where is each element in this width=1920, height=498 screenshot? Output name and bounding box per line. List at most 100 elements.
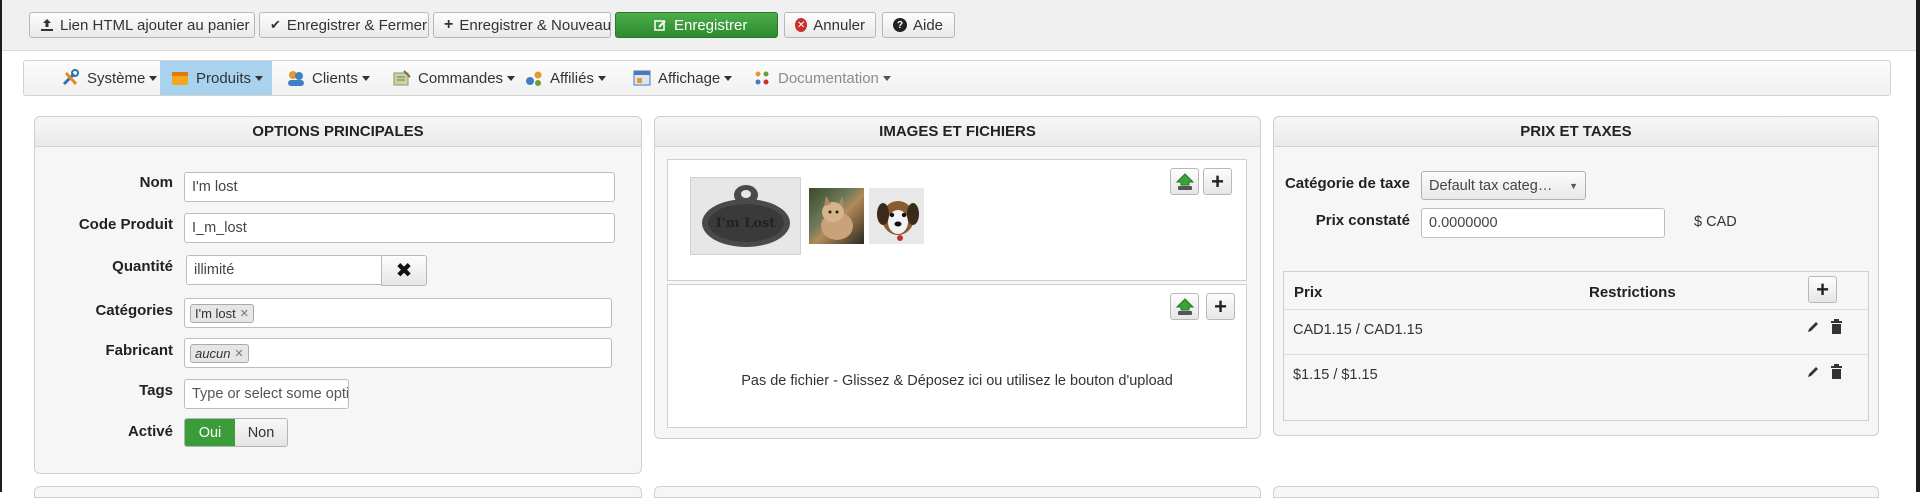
- add-price-button[interactable]: +: [1808, 276, 1837, 303]
- cancel-button[interactable]: ✕ Annuler: [784, 12, 876, 38]
- prices-table: Prix Restrictions + CAD1.15 / CAD1.15 $1…: [1283, 271, 1869, 421]
- msrp-value: 0.0000000: [1429, 215, 1498, 231]
- page-edge-right: [1916, 0, 1920, 492]
- action-toolbar: Lien HTML ajouter au panier ✔ Enregistre…: [2, 0, 1916, 51]
- add-to-cart-link-label: Lien HTML ajouter au panier: [60, 16, 250, 34]
- add-to-cart-link-button[interactable]: Lien HTML ajouter au panier: [29, 12, 255, 38]
- image-add-button[interactable]: +: [1203, 168, 1232, 195]
- chevron-down-icon: [149, 75, 158, 81]
- upload-arrow-icon: [1175, 297, 1194, 315]
- remove-icon[interactable]: ✕: [234, 347, 243, 360]
- categories-label: Catégories: [95, 302, 173, 319]
- name-input[interactable]: I'm lost: [184, 172, 615, 202]
- file-add-button[interactable]: +: [1206, 293, 1235, 320]
- table-row: $1.15 / $1.15: [1284, 354, 1868, 399]
- upload-arrow-icon: [1175, 172, 1194, 190]
- next-panel-left: [34, 486, 642, 498]
- msrp-input[interactable]: 0.0000000: [1421, 208, 1665, 238]
- category-chip-label: I'm lost: [195, 305, 236, 321]
- dog-image: [877, 201, 919, 241]
- menu-item-documentation[interactable]: Documentation: [744, 61, 901, 95]
- product-image-dog[interactable]: [869, 188, 924, 244]
- chevron-down-icon: [507, 75, 516, 81]
- edit-icon[interactable]: [1806, 320, 1820, 338]
- file-upload-button[interactable]: [1170, 293, 1199, 320]
- edit-icon[interactable]: [1806, 365, 1820, 383]
- categories-input[interactable]: I'm lost ✕: [184, 298, 612, 328]
- save-new-button[interactable]: + Enregistrer & Nouveau: [433, 12, 611, 38]
- tax-category-select[interactable]: Default tax categ… ▼: [1421, 171, 1586, 200]
- active-toggle: Oui Non: [184, 418, 288, 447]
- image-upload-button[interactable]: [1170, 168, 1199, 195]
- menu-label-affichage: Affichage: [658, 69, 721, 87]
- users-icon: [286, 69, 306, 87]
- chevron-down-icon: ▼: [1569, 180, 1578, 191]
- save-close-button[interactable]: ✔ Enregistrer & Fermer: [259, 12, 429, 38]
- manufacturer-chip-label: aucun: [195, 345, 231, 361]
- menu-item-commandes[interactable]: Commandes: [384, 61, 525, 95]
- save-button[interactable]: Enregistrer: [615, 12, 778, 38]
- manufacturer-chip: aucun ✕: [190, 343, 249, 363]
- next-panel-right: [1273, 486, 1879, 498]
- main-options-panel: OPTIONS PRINCIPALES: [34, 116, 642, 474]
- menu-item-systeme[interactable]: Système: [53, 61, 167, 95]
- save-close-label: Enregistrer & Fermer: [286, 16, 427, 34]
- product-code-value: I_m_lost: [192, 220, 247, 236]
- help-button[interactable]: ? Aide: [882, 12, 955, 38]
- menu-label-commandes: Commandes: [418, 69, 504, 87]
- files-empty-message: Pas de fichier - Glissez & Déposez ici o…: [741, 373, 1173, 389]
- active-no-button[interactable]: Non: [235, 419, 287, 446]
- main-options-title: OPTIONS PRINCIPALES: [35, 117, 641, 147]
- check-icon: ✔: [270, 17, 281, 32]
- display-icon: [632, 69, 652, 87]
- remove-icon[interactable]: ✕: [240, 307, 249, 320]
- price-tax-title: PRIX ET TAXES: [1274, 117, 1878, 147]
- menu-item-produits[interactable]: Produits: [160, 61, 272, 95]
- trash-icon[interactable]: [1830, 364, 1843, 383]
- menu-item-clients[interactable]: Clients: [278, 61, 380, 95]
- images-dropzone[interactable]: I'm Lost +: [667, 159, 1247, 281]
- quantity-clear-button[interactable]: ✖: [381, 255, 427, 286]
- menu-label-clients: Clients: [312, 69, 358, 87]
- currency-label: $ CAD: [1694, 214, 1737, 230]
- menu-label-documentation: Documentation: [778, 69, 879, 87]
- page-edge-left: [0, 0, 2, 492]
- tags-placeholder: Type or select some opti: [192, 386, 349, 402]
- chevron-down-icon: [882, 75, 891, 81]
- product-image-cat[interactable]: [809, 188, 864, 244]
- save-new-label: Enregistrer & Nouveau: [459, 16, 612, 34]
- restrictions-column-header: Restrictions: [1589, 284, 1676, 301]
- save-label: Enregistrer: [674, 16, 748, 34]
- manufacturer-input[interactable]: aucun ✕: [184, 338, 612, 368]
- wrench-screwdriver-icon: [61, 69, 81, 87]
- product-image-tag[interactable]: I'm Lost: [690, 177, 801, 255]
- plus-icon: +: [444, 16, 454, 33]
- menu-item-affilies[interactable]: Affiliés: [516, 61, 616, 95]
- active-yes-button[interactable]: Oui: [185, 419, 235, 446]
- price-value: $1.15 / $1.15: [1293, 367, 1378, 383]
- plus-icon: +: [1211, 168, 1224, 194]
- tax-category-value: Default tax categ…: [1429, 177, 1553, 194]
- documentation-icon: [752, 69, 772, 87]
- product-code-input[interactable]: I_m_lost: [184, 213, 615, 243]
- active-label: Activé: [127, 423, 173, 440]
- name-value: I'm lost: [192, 179, 238, 195]
- quantity-value: illimité: [194, 262, 235, 278]
- menu-item-affichage[interactable]: Affichage: [624, 61, 742, 95]
- affiliates-icon: [524, 69, 544, 87]
- manufacturer-label: Fabricant: [105, 342, 173, 359]
- table-row: CAD1.15 / CAD1.15: [1284, 309, 1868, 354]
- quantity-label: Quantité: [112, 258, 173, 275]
- chevron-down-icon: [361, 75, 370, 81]
- tag-image-text: I'm Lost: [715, 216, 776, 231]
- tags-label: Tags: [139, 382, 173, 399]
- orders-icon: [392, 69, 412, 87]
- quantity-input[interactable]: illimité: [186, 255, 382, 285]
- trash-icon[interactable]: [1830, 319, 1843, 338]
- chevron-down-icon: [597, 75, 606, 81]
- files-dropzone[interactable]: + Pas de fichier - Glissez & Déposez ici…: [667, 284, 1247, 428]
- tags-input[interactable]: Type or select some opti: [184, 379, 349, 409]
- product-code-label: Code Produit: [78, 216, 173, 233]
- chevron-down-icon: [255, 75, 264, 81]
- menu-label-produits: Produits: [196, 69, 252, 87]
